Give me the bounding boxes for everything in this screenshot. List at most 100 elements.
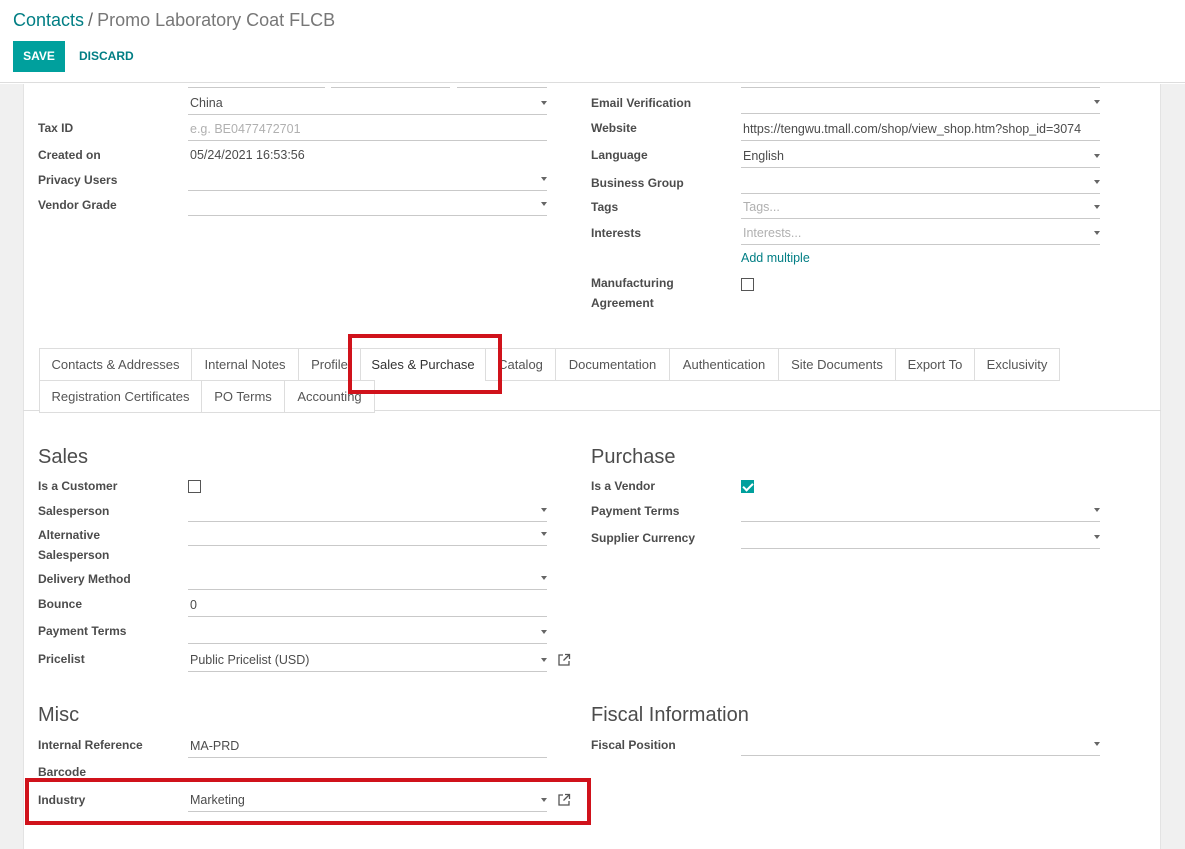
barcode-input[interactable] — [188, 762, 547, 784]
email-field[interactable] — [741, 84, 1100, 88]
delivery-method-select[interactable] — [188, 568, 547, 590]
is-customer-checkbox[interactable] — [188, 480, 201, 493]
add-multiple-link[interactable]: Add multiple — [741, 248, 810, 268]
interests-placeholder: Interests... — [743, 226, 802, 240]
purchase-payment-terms-select[interactable] — [741, 500, 1100, 522]
chevron-down-icon — [1094, 180, 1100, 184]
internal-reference-label: Internal Reference — [38, 738, 143, 752]
language-select[interactable]: English — [741, 146, 1100, 168]
supplier-currency-label: Supplier Currency — [591, 531, 696, 545]
breadcrumb: Contacts / Promo Laboratory Coat FLCB — [13, 10, 335, 31]
city-field[interactable] — [188, 84, 325, 88]
barcode-label: Barcode — [38, 765, 87, 779]
misc-section-title: Misc — [38, 704, 80, 726]
privacy-users-label: Privacy Users — [38, 173, 118, 187]
website-input[interactable]: https://tengwu.tmall.com/shop/view_shop.… — [741, 119, 1100, 141]
vendor-grade-label: Vendor Grade — [38, 198, 117, 212]
bounce-input[interactable]: 0 — [188, 595, 547, 617]
manufacturing-agreement-label-line1: Manufacturing — [591, 276, 674, 290]
interests-input[interactable]: Interests... — [741, 223, 1100, 245]
pricelist-label: Pricelist — [38, 652, 85, 666]
is-vendor-label: Is a Vendor — [591, 479, 656, 493]
chevron-down-icon — [541, 576, 547, 580]
tax-id-placeholder: e.g. BE0477472701 — [190, 122, 301, 136]
pricelist-select[interactable]: Public Pricelist (USD) — [188, 650, 547, 672]
tab-authentication[interactable]: Authentication — [669, 348, 779, 381]
is-vendor-checkbox[interactable] — [741, 480, 754, 493]
business-group-select[interactable] — [741, 172, 1100, 194]
tab-documentation[interactable]: Documentation — [555, 348, 670, 381]
created-on-value: 05/24/2021 16:53:56 — [190, 148, 305, 162]
save-button[interactable]: SAVE — [13, 41, 65, 72]
payment-terms-label: Payment Terms — [38, 624, 127, 638]
chevron-down-icon — [1094, 535, 1100, 539]
supplier-currency-select[interactable] — [741, 527, 1100, 549]
country-value: China — [190, 96, 223, 110]
chevron-down-icon — [541, 177, 547, 181]
tab-po-terms[interactable]: PO Terms — [201, 380, 285, 413]
fiscal-position-label: Fiscal Position — [591, 738, 676, 752]
privacy-users-select[interactable] — [188, 169, 547, 191]
interests-label: Interests — [591, 226, 642, 240]
tab-accounting[interactable]: Accounting — [284, 380, 375, 413]
manufacturing-agreement-label-line2: Agreement — [591, 296, 654, 310]
control-panel: Contacts / Promo Laboratory Coat FLCB SAVE… — [0, 0, 1185, 83]
delivery-method-label: Delivery Method — [38, 572, 131, 586]
tab-exclusivity[interactable]: Exclusivity — [974, 348, 1060, 381]
tab-internal-notes[interactable]: Internal Notes — [191, 348, 299, 381]
tags-placeholder: Tags... — [743, 200, 780, 214]
alternative-salesperson-label-line1: Alternative — [38, 528, 101, 542]
chevron-down-icon — [1094, 154, 1100, 158]
purchase-payment-terms-label: Payment Terms — [591, 504, 680, 518]
tab-site-documents[interactable]: Site Documents — [778, 348, 896, 381]
bounce-label: Bounce — [38, 597, 83, 611]
discard-button[interactable]: DISCARD — [74, 41, 139, 72]
is-customer-label: Is a Customer — [38, 479, 118, 493]
tab-profile[interactable]: Profile — [298, 348, 361, 381]
email-verification-label: Email Verification — [591, 96, 692, 110]
state-field[interactable] — [331, 84, 450, 88]
industry-label: Industry — [38, 793, 86, 807]
breadcrumb-contacts-link[interactable]: Contacts — [13, 10, 84, 30]
chevron-down-icon — [1094, 100, 1100, 104]
vendor-grade-select[interactable] — [188, 194, 547, 216]
tax-id-input[interactable]: e.g. BE0477472701 — [188, 119, 547, 141]
language-label: Language — [591, 148, 648, 162]
business-group-label: Business Group — [591, 176, 684, 190]
manufacturing-agreement-checkbox[interactable] — [741, 278, 754, 291]
email-verification-select[interactable] — [741, 92, 1100, 114]
fiscal-section-title: Fiscal Information — [591, 704, 749, 726]
external-link-icon[interactable] — [557, 653, 571, 667]
country-select[interactable]: China — [188, 93, 547, 115]
tab-export-to[interactable]: Export To — [895, 348, 975, 381]
pricelist-value: Public Pricelist (USD) — [190, 653, 310, 667]
tax-id-label: Tax ID — [38, 121, 74, 135]
website-value: https://tengwu.tmall.com/shop/view_shop.… — [743, 122, 1082, 136]
tab-contacts-addresses[interactable]: Contacts & Addresses — [39, 348, 192, 381]
industry-select[interactable]: Marketing — [188, 790, 547, 812]
tab-sales-purchase[interactable]: Sales & Purchase — [360, 348, 486, 381]
sales-section-title: Sales — [38, 446, 89, 468]
chevron-down-icon — [541, 658, 547, 662]
internal-reference-input[interactable]: MA-PRD — [188, 736, 547, 758]
created-on-label: Created on — [38, 148, 101, 162]
bounce-value: 0 — [190, 598, 197, 612]
tags-label: Tags — [591, 200, 619, 214]
zip-field[interactable] — [457, 84, 547, 88]
alternative-salesperson-select[interactable] — [188, 524, 547, 546]
tags-input[interactable]: Tags... — [741, 197, 1100, 219]
breadcrumb-current: Promo Laboratory Coat FLCB — [97, 10, 336, 30]
industry-value: Marketing — [190, 793, 245, 807]
payment-terms-select[interactable] — [188, 622, 547, 644]
chevron-down-icon — [1094, 231, 1100, 235]
tab-registration-certificates[interactable]: Registration Certificates — [39, 380, 202, 413]
fiscal-position-select[interactable] — [741, 734, 1100, 756]
external-link-icon[interactable] — [557, 793, 571, 807]
chevron-down-icon — [1094, 205, 1100, 209]
purchase-section-title: Purchase — [591, 446, 676, 468]
chevron-down-icon — [1094, 508, 1100, 512]
salesperson-select[interactable] — [188, 500, 547, 522]
tab-catalog[interactable]: Catalog — [485, 348, 556, 381]
internal-reference-value: MA-PRD — [190, 739, 240, 753]
breadcrumb-separator: / — [88, 10, 94, 30]
